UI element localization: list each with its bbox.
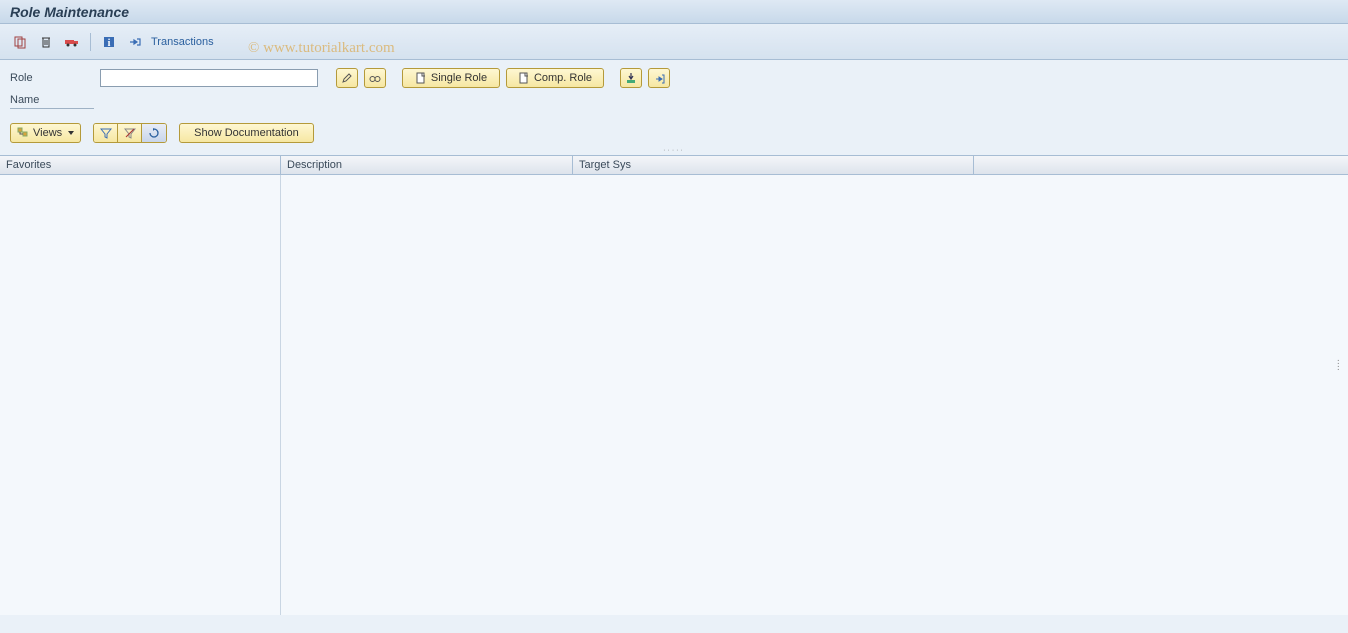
- filter-bar: Views Show Documentation: [0, 119, 1348, 149]
- column-header-empty[interactable]: [974, 156, 1348, 174]
- display-button[interactable]: [364, 68, 386, 88]
- funnel-icon: [100, 127, 112, 139]
- show-documentation-button[interactable]: Show Documentation: [179, 123, 314, 143]
- transport-icon[interactable]: [62, 32, 82, 52]
- edit-button[interactable]: [336, 68, 358, 88]
- form-area: Role Single Role Comp. Role Name: [0, 60, 1348, 119]
- column-header-favorites[interactable]: Favorites: [0, 156, 281, 174]
- single-role-label: Single Role: [431, 72, 487, 84]
- chevron-down-icon: [68, 131, 74, 135]
- upload-icon: [653, 72, 665, 84]
- refresh-button[interactable]: [142, 124, 166, 142]
- sync-icon: [148, 127, 160, 139]
- svg-text:i: i: [108, 38, 111, 49]
- scroll-grip-icon[interactable]: ····: [1337, 359, 1340, 371]
- role-input[interactable]: [100, 69, 318, 87]
- copy-icon[interactable]: [10, 32, 30, 52]
- glasses-icon: [369, 72, 381, 84]
- role-label: Role: [10, 72, 94, 84]
- expand-icon[interactable]: [125, 32, 145, 52]
- clear-filter-button[interactable]: [118, 124, 142, 142]
- funnel-clear-icon: [124, 127, 136, 139]
- transactions-link[interactable]: Transactions: [151, 36, 214, 48]
- views-label: Views: [33, 127, 62, 139]
- application-toolbar: i Transactions: [0, 24, 1348, 60]
- views-button[interactable]: Views: [10, 123, 81, 143]
- delete-icon[interactable]: [36, 32, 56, 52]
- toolbar-divider: [90, 33, 91, 51]
- grid-column-rest[interactable]: ····: [281, 175, 1348, 615]
- single-role-button[interactable]: Single Role: [402, 68, 500, 88]
- name-row: Name: [10, 94, 1338, 109]
- show-documentation-label: Show Documentation: [194, 127, 299, 139]
- download-icon: [625, 72, 637, 84]
- role-row: Role Single Role Comp. Role: [10, 68, 1338, 88]
- download-button[interactable]: [620, 68, 642, 88]
- document-icon: [518, 72, 530, 84]
- name-label: Name: [10, 94, 94, 109]
- grid-column-favorites[interactable]: [0, 175, 281, 615]
- pencil-icon: [341, 72, 353, 84]
- grid-body: ····: [0, 175, 1348, 615]
- column-header-description[interactable]: Description: [281, 156, 573, 174]
- column-header-target-sys[interactable]: Target Sys: [573, 156, 974, 174]
- info-icon[interactable]: i: [99, 32, 119, 52]
- comp-role-label: Comp. Role: [534, 72, 592, 84]
- title-bar: Role Maintenance: [0, 0, 1348, 24]
- filter-group: [93, 123, 167, 143]
- page-title: Role Maintenance: [10, 4, 129, 20]
- upload-button[interactable]: [648, 68, 670, 88]
- grid-header: Favorites Description Target Sys: [0, 155, 1348, 175]
- comp-role-button[interactable]: Comp. Role: [506, 68, 604, 88]
- document-icon: [415, 72, 427, 84]
- filter-button[interactable]: [94, 124, 118, 142]
- tree-icon: [17, 127, 29, 139]
